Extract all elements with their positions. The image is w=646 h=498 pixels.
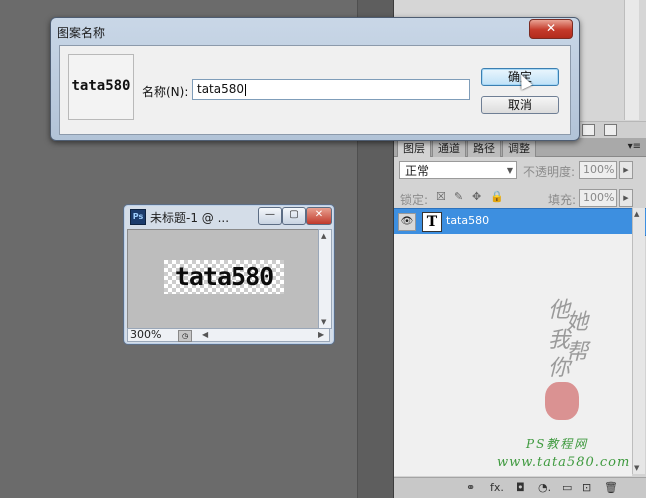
fill-arrow-icon[interactable]: ▶	[619, 189, 633, 207]
dialog-close-button[interactable]: ✕	[529, 19, 573, 39]
lock-all-icon[interactable]: 🔒	[490, 190, 504, 203]
watermark-line2: www.tata580.com	[497, 455, 631, 470]
delete-icon[interactable]	[604, 124, 617, 136]
scroll-down-icon[interactable]: ▼	[321, 318, 326, 326]
status-menu-icon[interactable]: ◷	[178, 330, 192, 342]
layer-row[interactable]: 👁 T tata580	[394, 208, 646, 236]
fill-field[interactable]: 100%	[579, 189, 617, 207]
pattern-name-dialog: 图案名称 ✕ tata580 名称(N): tata580 确定 取消	[50, 17, 580, 141]
pattern-preview-text: tata580	[71, 78, 131, 94]
watermark-line1: PS教程网	[526, 437, 589, 451]
document-vscrollbar[interactable]: ▲ ▼	[318, 229, 332, 329]
lock-transparent-icon[interactable]: ☒	[436, 190, 446, 203]
new-item-icon[interactable]	[582, 124, 595, 136]
tab-layers[interactable]: 图层	[397, 140, 431, 157]
watermark-char: 你	[548, 356, 571, 381]
opacity-field[interactable]: 100%	[579, 161, 617, 179]
lock-label: 锁定:	[400, 193, 429, 207]
name-input[interactable]: tata580	[192, 79, 470, 100]
text-caret	[245, 83, 247, 96]
adjustment-layer-icon[interactable]: ◔.	[538, 481, 551, 494]
link-layers-icon[interactable]: ⚭	[466, 481, 475, 494]
blend-mode-select[interactable]: 正常 ▼	[399, 161, 517, 179]
blend-mode-value: 正常	[405, 164, 430, 178]
photoshop-icon: Ps	[130, 209, 146, 225]
layers-panel: 图层 通道 路径 调整 ▾≡ 正常 ▼ 不透明度: 100% ▶ 锁定: ☒ ✎…	[393, 138, 646, 498]
opacity-label: 不透明度:	[523, 165, 576, 179]
name-label: 名称(N):	[142, 85, 189, 99]
scroll-up-icon[interactable]: ▲	[634, 210, 639, 218]
eye-icon[interactable]: 👁	[398, 213, 416, 231]
layers-bottom-bar: ⚭ fx. ◘ ◔. ▭ ⊡ 🗑	[394, 477, 646, 498]
layer-name[interactable]: tata580	[446, 214, 489, 227]
canvas-text: tata580	[174, 262, 274, 291]
name-input-value: tata580	[197, 82, 245, 96]
scroll-left-icon[interactable]: ◀	[202, 329, 208, 341]
lock-move-icon[interactable]: ✥	[472, 190, 481, 203]
zoom-level[interactable]: 300%	[130, 329, 161, 341]
chevron-down-icon: ▼	[506, 166, 513, 175]
upper-panel-scrollbar[interactable]	[624, 0, 639, 120]
tab-adjustments[interactable]: 调整	[502, 140, 536, 157]
scroll-right-icon[interactable]: ▶	[318, 329, 324, 341]
layers-list-empty	[394, 234, 632, 476]
trash-icon[interactable]: 🗑	[604, 481, 618, 494]
layer-mask-icon[interactable]: ◘	[516, 481, 525, 494]
scroll-down-icon[interactable]: ▼	[634, 464, 639, 472]
scroll-up-icon[interactable]: ▲	[321, 232, 326, 240]
watermark-seal	[545, 382, 579, 420]
document-title: 未标题-1 @ ...	[150, 211, 230, 225]
document-titlebar[interactable]: Ps 未标题-1 @ ... — ▢ ✕	[124, 205, 334, 227]
fill-label: 填充:	[548, 193, 577, 207]
dialog-body: tata580 名称(N): tata580 确定 取消	[59, 45, 571, 135]
new-group-icon[interactable]: ▭	[562, 481, 572, 494]
tab-channels[interactable]: 通道	[432, 140, 466, 157]
blend-row: 正常 ▼ 不透明度: 100% ▶	[394, 160, 646, 182]
close-button[interactable]: ✕	[306, 207, 332, 225]
document-status-bar: 300% ◷ ◀ ▶	[127, 328, 330, 342]
pattern-preview: tata580	[68, 54, 134, 120]
panel-menu-icon[interactable]: ▾≡	[628, 141, 641, 152]
layers-scrollbar[interactable]: ▲ ▼	[632, 208, 645, 474]
text-layer-icon: T	[422, 212, 442, 232]
document-window[interactable]: Ps 未标题-1 @ ... — ▢ ✕ tata580 ▲ ▼ 300% ◷ …	[123, 204, 335, 345]
minimize-button[interactable]: —	[258, 207, 282, 225]
document-canvas-area[interactable]: tata580	[127, 229, 320, 329]
restore-button[interactable]: ▢	[282, 207, 306, 225]
dialog-title: 图案名称	[57, 26, 106, 40]
cancel-button[interactable]: 取消	[481, 96, 559, 114]
lock-brush-icon[interactable]: ✎	[454, 190, 463, 203]
opacity-arrow-icon[interactable]: ▶	[619, 161, 633, 179]
layer-style-icon[interactable]: fx.	[490, 481, 504, 494]
document-canvas[interactable]: tata580	[164, 260, 284, 294]
new-layer-icon[interactable]: ⊡	[582, 481, 591, 494]
tab-paths[interactable]: 路径	[467, 140, 501, 157]
